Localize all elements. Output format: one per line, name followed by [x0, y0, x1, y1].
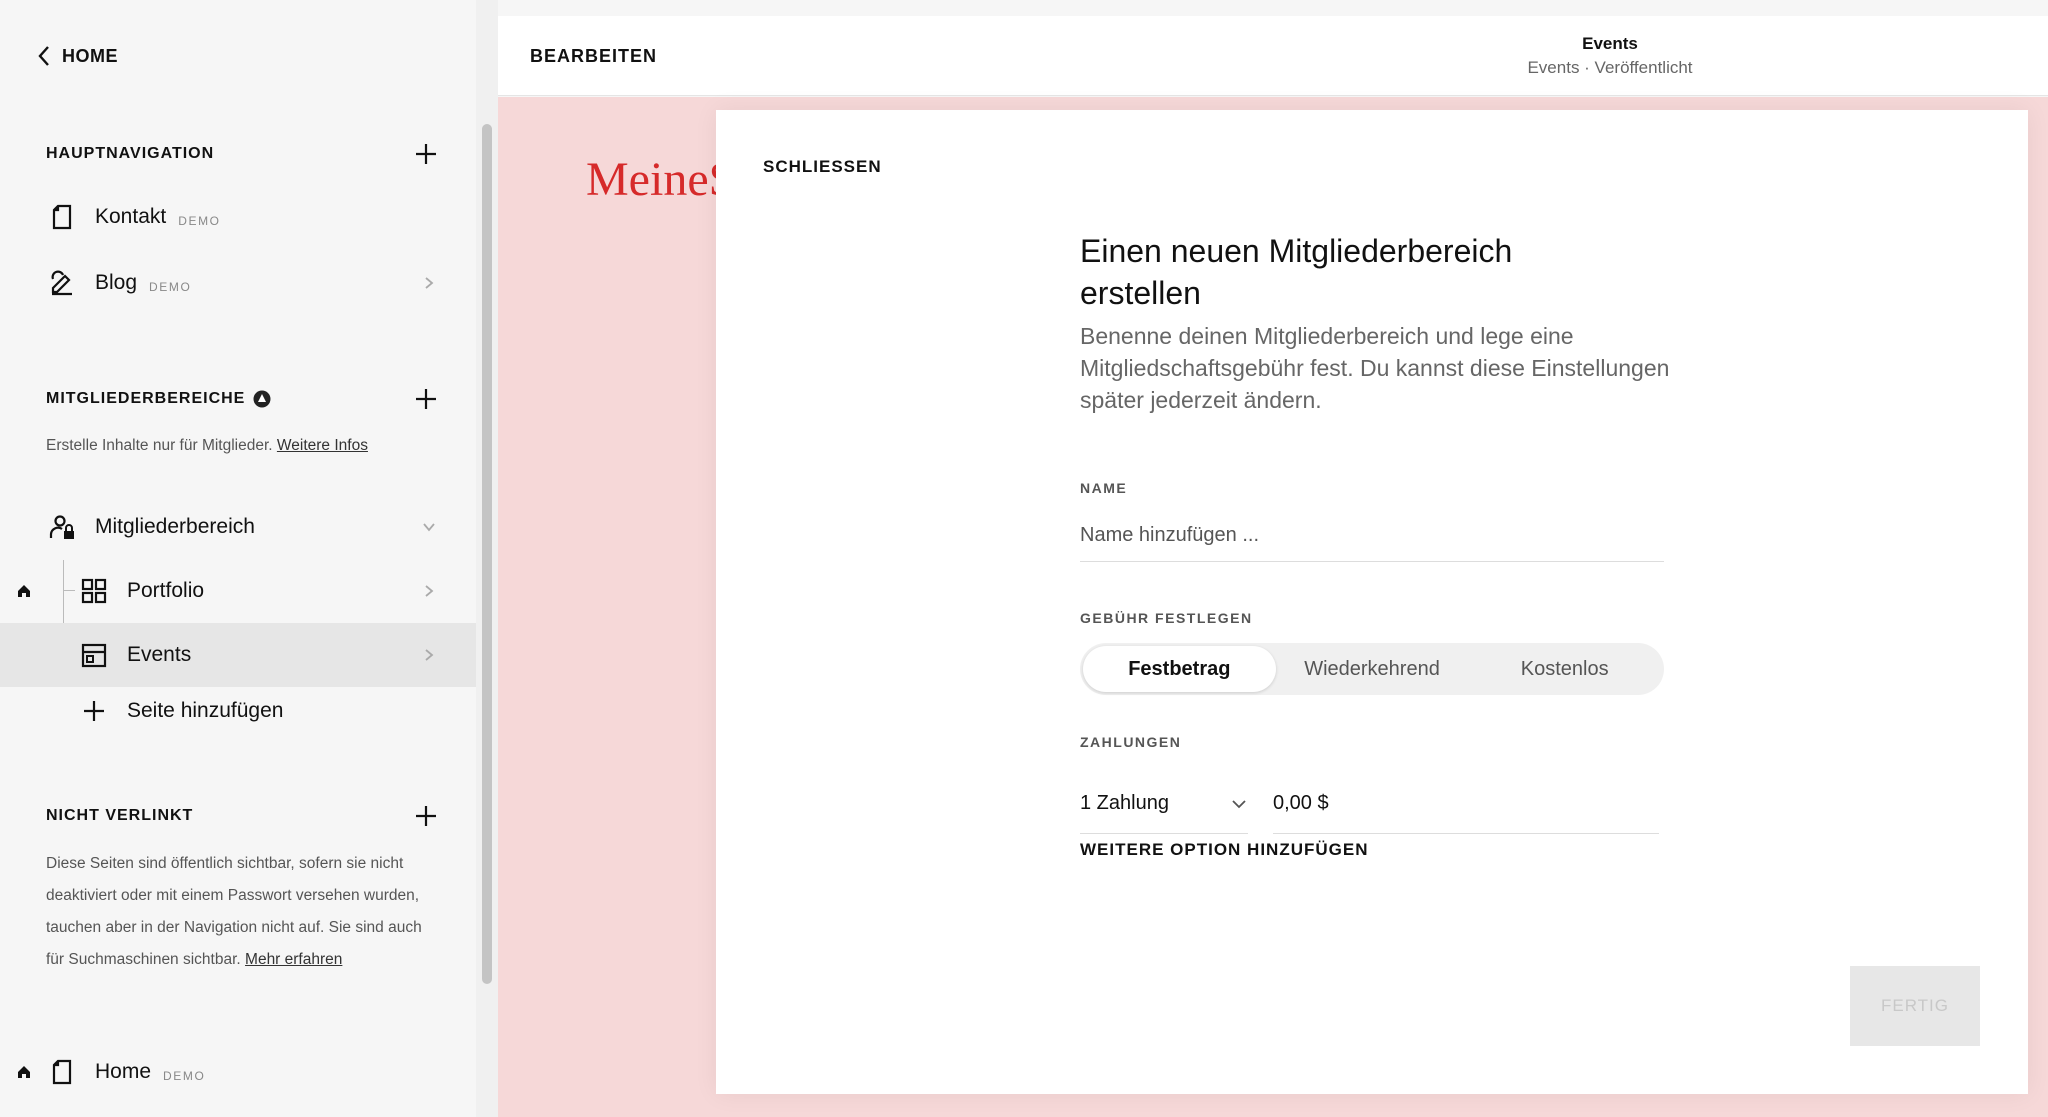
- page-info: Events Events · Veröffentlicht: [1510, 34, 1710, 78]
- create-members-area-dialog: SCHLIESSEN Einen neuen Mitgliederbereich…: [716, 110, 2028, 1094]
- name-label: NAME: [1080, 480, 1128, 496]
- chevron-down-icon: [1232, 799, 1246, 808]
- add-members-area-icon[interactable]: [414, 387, 438, 411]
- add-page-button[interactable]: Seite hinzufügen: [0, 679, 476, 743]
- nav-item-kontakt-label: Kontakt: [95, 205, 167, 228]
- unlinked-title: NICHT VERLINKT: [46, 807, 194, 824]
- payment-amount-value: 0,00 $: [1273, 792, 1329, 814]
- calendar-icon: [81, 643, 107, 668]
- nav-item-kontakt[interactable]: Kontakt DEMO: [0, 185, 476, 249]
- close-button[interactable]: SCHLIESSEN: [763, 157, 882, 177]
- unlinked-description: Diese Seiten sind öffentlich sichtbar, s…: [46, 848, 426, 976]
- fee-option-free[interactable]: Kostenlos: [1468, 646, 1661, 692]
- members-lock-icon: [49, 515, 74, 539]
- site-logo: MeineSeite: [586, 153, 716, 206]
- add-page-label: Seite hinzufügen: [127, 699, 284, 722]
- members-more-info-link[interactable]: Weitere Infos: [277, 437, 368, 454]
- add-main-nav-icon[interactable]: [414, 142, 438, 166]
- fee-option-fixed[interactable]: Festbetrag: [1083, 646, 1276, 692]
- nav-item-portfolio[interactable]: Portfolio: [0, 559, 476, 623]
- dialog-title: Einen neuen Mitgliederbereich erstellen: [1080, 233, 1513, 311]
- payments-count-value: 1 Zahlung: [1080, 792, 1169, 814]
- edit-button[interactable]: BEARBEITEN: [530, 46, 657, 67]
- nav-item-mitgliederbereich[interactable]: Mitgliederbereich: [0, 495, 476, 559]
- members-header: MITGLIEDERBEREICHE: [46, 387, 438, 411]
- payment-amount-input[interactable]: 0,00 $: [1273, 774, 1659, 834]
- plus-icon: [84, 701, 104, 721]
- nav-item-home-label: Home: [95, 1060, 152, 1083]
- demo-badge: DEMO: [163, 1069, 206, 1083]
- done-button[interactable]: FERTIG: [1850, 966, 1980, 1046]
- nav-item-blog-label: Blog: [95, 271, 138, 294]
- nav-item-mitgliederbereich-label: Mitgliederbereich: [95, 515, 255, 538]
- fee-label: GEBÜHR FESTLEGEN: [1080, 610, 1253, 626]
- chevron-down-icon: [423, 523, 435, 532]
- sidebar: HOME HAUPTNAVIGATION Kontakt DEMO Blog DEM…: [0, 0, 476, 1117]
- nav-item-home[interactable]: Home DEMO: [0, 1040, 476, 1104]
- main-nav-title: HAUPTNAVIGATION: [46, 145, 215, 162]
- add-unlinked-page-icon[interactable]: [414, 804, 438, 828]
- back-home-button[interactable]: HOME: [36, 44, 118, 68]
- members-description-text: Erstelle Inhalte nur für Mitglieder.: [46, 437, 273, 454]
- add-option-button[interactable]: WEITERE OPTION HINZUFÜGEN: [1080, 840, 1369, 860]
- chevron-right-icon: [425, 649, 434, 661]
- upgrade-badge-icon: [253, 390, 271, 408]
- blog-icon: [51, 270, 72, 296]
- demo-badge: DEMO: [178, 214, 221, 228]
- members-description: Erstelle Inhalte nur für Mitglieder. Wei…: [46, 430, 426, 462]
- dialog-subtitle: Benenne deinen Mitgliederbereich und leg…: [1080, 323, 1670, 413]
- chevron-right-icon: [425, 277, 434, 289]
- back-home-label: HOME: [62, 45, 118, 66]
- nav-item-events-label: Events: [127, 643, 192, 666]
- nav-item-blog[interactable]: Blog DEMO: [0, 251, 476, 315]
- page-icon: [52, 204, 72, 230]
- home-icon: [18, 1066, 30, 1078]
- unlinked-header: NICHT VERLINKT: [46, 804, 438, 828]
- unlinked-description-text: Diese Seiten sind öffentlich sichtbar, s…: [46, 855, 422, 968]
- grid-icon: [81, 578, 107, 604]
- main-nav-header: HAUPTNAVIGATION: [46, 142, 438, 166]
- chevron-right-icon: [425, 585, 434, 597]
- chevron-left-icon: [38, 46, 49, 66]
- page-status: Events · Veröffentlicht: [1527, 58, 1693, 77]
- nav-item-portfolio-label: Portfolio: [127, 579, 205, 602]
- payments-label: ZAHLUNGEN: [1080, 734, 1182, 750]
- fee-type-segmented-control: Festbetrag Wiederkehrend Kostenlos: [1080, 643, 1664, 695]
- editor-topbar: BEARBEITEN Events Events · Veröffentlich…: [498, 16, 2048, 96]
- members-title: MITGLIEDERBEREICHE: [46, 390, 246, 407]
- page-title: Events: [1582, 34, 1638, 53]
- home-icon: [18, 585, 30, 597]
- demo-badge: DEMO: [149, 280, 192, 294]
- payments-count-select[interactable]: 1 Zahlung: [1080, 774, 1248, 834]
- page-icon: [52, 1059, 72, 1085]
- sidebar-scrollbar-thumb[interactable]: [482, 124, 492, 984]
- nav-item-events[interactable]: Events: [0, 623, 476, 687]
- unlinked-learn-more-link[interactable]: Mehr erfahren: [245, 951, 342, 968]
- name-input[interactable]: [1080, 510, 1664, 562]
- fee-option-recurring[interactable]: Wiederkehrend: [1276, 646, 1469, 692]
